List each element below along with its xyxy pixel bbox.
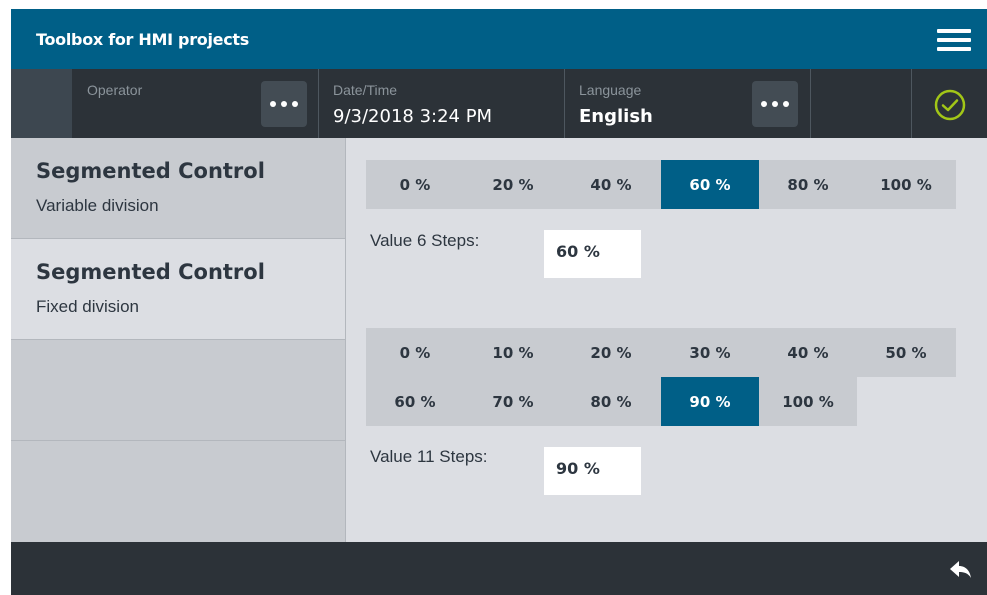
status-bar-lead (11, 69, 72, 138)
status-bar: Operator Date/Time 9/3/2018 3:24 PM Lang… (11, 69, 987, 138)
datetime-label: Date/Time (333, 82, 398, 98)
segment-option[interactable]: 80 % (562, 377, 660, 426)
value-11-steps-field: 90 % (544, 447, 641, 495)
segment-option[interactable]: 10 % (464, 328, 562, 377)
bottom-bar (11, 542, 987, 595)
nav-item-empty[interactable] (11, 441, 346, 542)
menu-icon[interactable] (937, 29, 971, 51)
segment-option[interactable]: 80 % (759, 160, 857, 209)
separator (911, 69, 912, 138)
operator-more-button[interactable] (261, 81, 307, 127)
segmented-control-6-steps: 0 % 20 % 40 % 60 % 80 % 100 % (366, 160, 956, 209)
segmented-control-11-steps-row-2: 60 % 70 % 80 % 90 % 100 % (366, 377, 857, 426)
value-11-steps-label: Value 11 Steps: (370, 447, 488, 466)
datetime-value: 9/3/2018 3:24 PM (333, 106, 493, 127)
segment-option[interactable]: 100 % (857, 160, 955, 209)
segment-option[interactable]: 20 % (464, 160, 562, 209)
value-6-steps-field: 60 % (544, 230, 641, 278)
segment-option[interactable]: 0 % (366, 328, 464, 377)
segment-option[interactable]: 70 % (464, 377, 562, 426)
segment-option[interactable]: 40 % (759, 328, 857, 377)
value-6-steps-label: Value 6 Steps: (370, 231, 480, 250)
language-more-button[interactable] (752, 81, 798, 127)
segment-option[interactable]: 50 % (857, 328, 955, 377)
operator-label: Operator (87, 82, 143, 98)
nav-item-subtitle: Variable division (36, 196, 159, 215)
segment-option[interactable]: 20 % (562, 328, 660, 377)
segment-option[interactable]: 0 % (366, 160, 464, 209)
segment-option[interactable]: 40 % (562, 160, 660, 209)
segment-option[interactable]: 60 % (366, 377, 464, 426)
side-navigation: Segmented Control Variable division Segm… (11, 138, 346, 542)
separator (564, 69, 565, 138)
language-value: English (579, 106, 653, 127)
language-label: Language (579, 82, 642, 98)
nav-item-fixed-division[interactable]: Segmented Control Fixed division (11, 239, 346, 340)
segmented-control-11-steps-row-1: 0 % 10 % 20 % 30 % 40 % 50 % (366, 328, 956, 377)
separator (318, 69, 319, 138)
segment-option-selected[interactable]: 60 % (661, 160, 759, 209)
nav-item-subtitle: Fixed division (36, 297, 139, 316)
nav-item-title: Segmented Control (36, 159, 265, 183)
title-bar: Toolbox for HMI projects (11, 9, 987, 69)
nav-item-title: Segmented Control (36, 260, 265, 284)
segment-option[interactable]: 30 % (661, 328, 759, 377)
back-arrow-icon[interactable] (949, 560, 973, 580)
check-circle-icon (934, 89, 966, 121)
app-title: Toolbox for HMI projects (36, 30, 249, 49)
main-content: 0 % 20 % 40 % 60 % 80 % 100 % Value 6 St… (346, 138, 987, 542)
separator (810, 69, 811, 138)
hmi-screen: Toolbox for HMI projects Operator Date/T… (11, 9, 987, 595)
segment-option[interactable]: 100 % (759, 377, 857, 426)
nav-item-empty[interactable] (11, 340, 346, 441)
segment-option-selected[interactable]: 90 % (661, 377, 759, 426)
nav-item-variable-division[interactable]: Segmented Control Variable division (11, 138, 346, 239)
